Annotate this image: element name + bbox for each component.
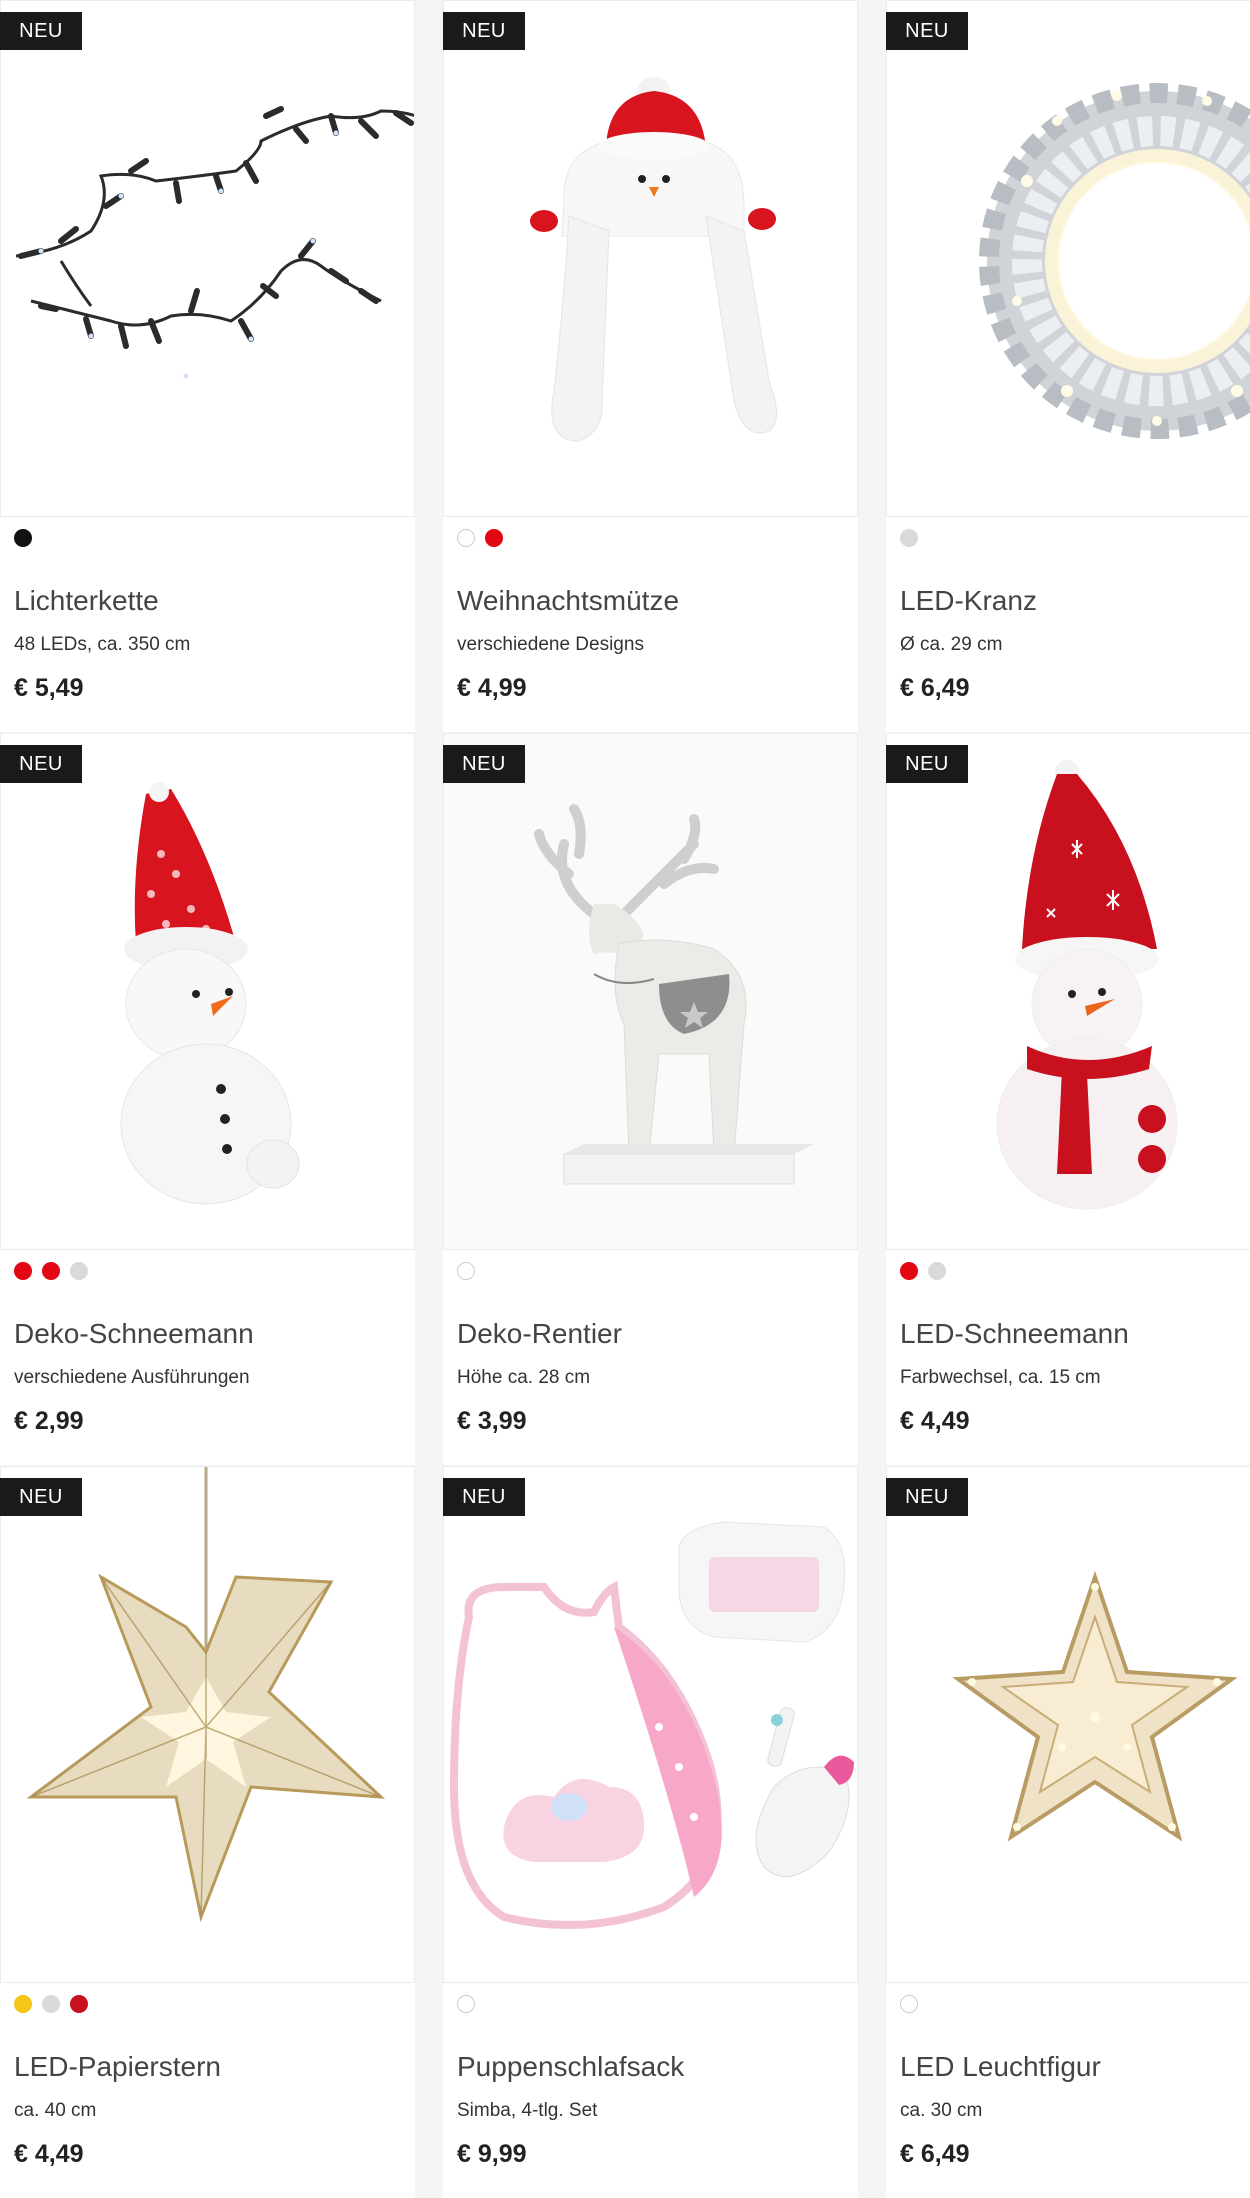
product-price: € 4,49 bbox=[900, 1407, 970, 1435]
color-swatch[interactable] bbox=[457, 529, 475, 547]
product-price: € 3,99 bbox=[457, 1407, 527, 1435]
product-card[interactable]: NEU Deko-Rentier Höhe ca. 28 cm € 3,99 bbox=[443, 733, 858, 1465]
color-swatch[interactable] bbox=[457, 1262, 475, 1280]
product-card[interactable]: NEU Weihnachtsmütze verschiedene Designs… bbox=[443, 0, 858, 732]
new-badge: NEU bbox=[0, 1478, 82, 1516]
color-swatches bbox=[457, 1262, 475, 1282]
product-subtitle: Höhe ca. 28 cm bbox=[457, 1367, 591, 1388]
product-card[interactable]: NEU Deko-Schneemann verschiedene Ausführ… bbox=[0, 733, 415, 1465]
product-title[interactable]: LED-Kranz bbox=[900, 585, 1037, 617]
led-star-figure-image[interactable] bbox=[886, 1466, 1250, 1983]
product-price: € 9,99 bbox=[457, 2140, 527, 2168]
reindeer-figure-image[interactable] bbox=[443, 733, 858, 1250]
product-grid: NEU Lichterkette 48 LEDs, ca. 350 cm € 5… bbox=[0, 0, 1250, 2198]
color-swatch[interactable] bbox=[485, 529, 503, 547]
led-wreath-image[interactable] bbox=[886, 0, 1250, 517]
product-title[interactable]: Deko-Schneemann bbox=[14, 1318, 254, 1350]
product-subtitle: 48 LEDs, ca. 350 cm bbox=[14, 634, 191, 655]
color-swatches bbox=[14, 529, 32, 549]
product-title[interactable]: Weihnachtsmütze bbox=[457, 585, 679, 617]
color-swatches bbox=[457, 529, 503, 549]
snowman-figure-image[interactable] bbox=[0, 733, 415, 1250]
product-subtitle: verschiedene Ausführungen bbox=[14, 1367, 250, 1388]
product-subtitle: verschiedene Designs bbox=[457, 634, 644, 655]
product-subtitle: ca. 40 cm bbox=[14, 2100, 97, 2121]
color-swatch[interactable] bbox=[14, 1995, 32, 2013]
new-badge: NEU bbox=[443, 745, 525, 783]
color-swatch[interactable] bbox=[70, 1262, 88, 1280]
product-price: € 4,49 bbox=[14, 2140, 84, 2168]
product-card[interactable]: NEU LED-Kranz Ø ca. 29 cm € 6,49 bbox=[886, 0, 1250, 732]
color-swatch[interactable] bbox=[928, 1262, 946, 1280]
new-badge: NEU bbox=[886, 12, 968, 50]
product-card[interactable]: NEU Puppenschlafsack Simba, 4-tlg. Set €… bbox=[443, 1466, 858, 2198]
light-chain-image[interactable] bbox=[0, 0, 415, 517]
doll-sleeping-bag-image[interactable] bbox=[443, 1466, 858, 1983]
product-title[interactable]: LED Leuchtfigur bbox=[900, 2051, 1101, 2083]
color-swatch[interactable] bbox=[457, 1995, 475, 2013]
product-title[interactable]: LED-Schneemann bbox=[900, 1318, 1129, 1350]
product-card[interactable]: NEU Lichterkette 48 LEDs, ca. 350 cm € 5… bbox=[0, 0, 415, 732]
product-card[interactable]: NEU LED Leuchtfigur ca. 30 cm € 6,49 bbox=[886, 1466, 1250, 2198]
new-badge: NEU bbox=[443, 12, 525, 50]
color-swatches bbox=[900, 529, 918, 549]
product-price: € 4,99 bbox=[457, 674, 527, 702]
new-badge: NEU bbox=[0, 12, 82, 50]
new-badge: NEU bbox=[443, 1478, 525, 1516]
color-swatch[interactable] bbox=[14, 1262, 32, 1280]
product-card[interactable]: NEU LED-Papierstern ca. 40 cm € 4,49 bbox=[0, 1466, 415, 2198]
product-title[interactable]: LED-Papierstern bbox=[14, 2051, 221, 2083]
color-swatch[interactable] bbox=[42, 1995, 60, 2013]
new-badge: NEU bbox=[886, 745, 968, 783]
product-title[interactable]: Lichterkette bbox=[14, 585, 159, 617]
product-price: € 2,99 bbox=[14, 1407, 84, 1435]
color-swatches bbox=[457, 1995, 475, 2015]
product-title[interactable]: Deko-Rentier bbox=[457, 1318, 622, 1350]
color-swatches bbox=[900, 1995, 918, 2015]
paper-star-image[interactable] bbox=[0, 1466, 415, 1983]
color-swatch[interactable] bbox=[900, 529, 918, 547]
product-subtitle: Ø ca. 29 cm bbox=[900, 634, 1003, 655]
product-title[interactable]: Puppenschlafsack bbox=[457, 2051, 684, 2083]
product-subtitle: Simba, 4-tlg. Set bbox=[457, 2100, 598, 2121]
new-badge: NEU bbox=[0, 745, 82, 783]
color-swatches bbox=[14, 1262, 88, 1282]
color-swatch[interactable] bbox=[900, 1995, 918, 2013]
product-price: € 6,49 bbox=[900, 674, 970, 702]
color-swatch[interactable] bbox=[900, 1262, 918, 1280]
color-swatch[interactable] bbox=[42, 1262, 60, 1280]
color-swatches bbox=[14, 1995, 88, 2015]
color-swatch[interactable] bbox=[70, 1995, 88, 2013]
product-price: € 5,49 bbox=[14, 674, 84, 702]
color-swatch[interactable] bbox=[14, 529, 32, 547]
led-snowman-image[interactable] bbox=[886, 733, 1250, 1250]
color-swatches bbox=[900, 1262, 946, 1282]
product-price: € 6,49 bbox=[900, 2140, 970, 2168]
product-subtitle: Farbwechsel, ca. 15 cm bbox=[900, 1367, 1101, 1388]
snowman-hat-image[interactable] bbox=[443, 0, 858, 517]
product-subtitle: ca. 30 cm bbox=[900, 2100, 983, 2121]
new-badge: NEU bbox=[886, 1478, 968, 1516]
product-card[interactable]: NEU LED-Schneemann Farbwechsel, ca. 15 c… bbox=[886, 733, 1250, 1465]
